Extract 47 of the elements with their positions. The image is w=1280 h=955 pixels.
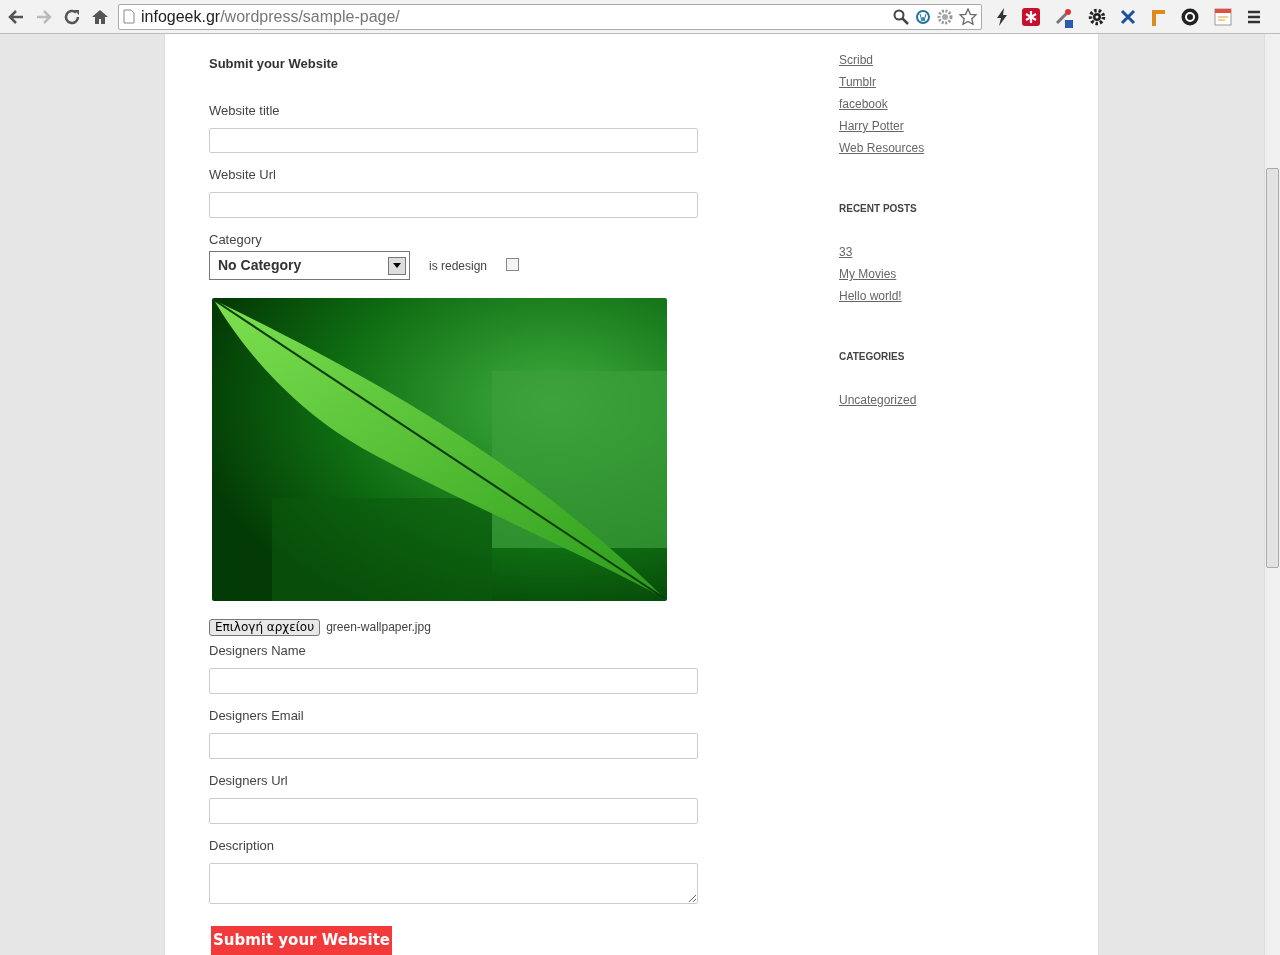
sidebar-link[interactable]: My Movies [839,263,897,285]
menu-icon[interactable] [1246,8,1262,25]
scrollbar[interactable] [1264,34,1280,955]
field-label: Designers Url [209,771,289,790]
sidebar-link[interactable]: Harry Potter [839,115,904,137]
field-label: Description [209,836,276,855]
input-field[interactable] [209,668,698,695]
asterisk-icon[interactable] [1022,7,1040,26]
x-icon[interactable] [1120,8,1136,25]
star-icon[interactable] [959,7,977,26]
wordpress-icon[interactable] [915,8,931,25]
file-choose-button[interactable]: Επιλογή αρχείου [209,618,321,636]
scrollbar-thumb[interactable] [1266,168,1279,568]
sidebar-link[interactable]: Hello world! [839,285,902,307]
category-dropdown[interactable]: No Category [209,251,410,281]
input-field[interactable] [209,192,698,219]
section-heading: RECENT POSTS [839,202,918,216]
textarea-field[interactable] [209,862,698,904]
field-label: Category [209,231,263,250]
submit-button[interactable]: Submit your Website [211,926,392,955]
form-title: Submit your Website [209,55,340,73]
input-field[interactable] [209,127,698,154]
lightning-icon[interactable] [996,7,1008,26]
checkbox-label: is redesign [429,257,488,275]
gear-icon[interactable] [1088,7,1106,26]
sidebar-link[interactable]: Scribd [839,49,873,71]
search-icon[interactable] [893,8,909,25]
url-host: infogeek.gr [141,7,221,25]
field-label: Designers Email [209,707,305,726]
redesign-checkbox[interactable] [506,257,520,271]
section-heading: CATEGORIES [839,350,906,364]
notepad-icon[interactable] [1214,7,1232,26]
sidebar-link[interactable]: facebook [839,93,888,115]
sidebar-link[interactable]: Web Resources [839,137,925,159]
page-icon [123,9,135,24]
sidebar-link[interactable]: Uncategorized [839,389,917,411]
input-field[interactable] [209,797,698,824]
settings-icon[interactable] [1180,6,1200,27]
field-label: Website title [209,101,281,120]
sidebar-link[interactable]: Tumblr [839,71,876,93]
input-field[interactable] [209,733,698,759]
address-bar[interactable]: infogeek.gr/wordpress/sample-page/ [118,3,982,30]
sidebar-link[interactable]: 33 [839,241,853,263]
field-label: Designers Name [209,642,307,661]
url-path: /wordpress/sample-page/ [220,7,400,25]
field-label: Website Url [209,166,277,185]
file-name: green-wallpaper.jpg [326,619,431,637]
